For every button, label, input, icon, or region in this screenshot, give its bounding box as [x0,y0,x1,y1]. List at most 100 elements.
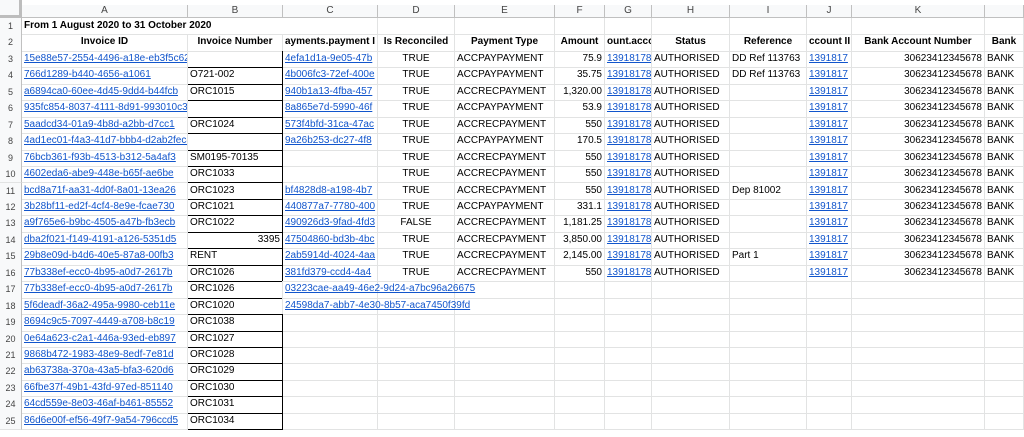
data-cell[interactable]: 35.75 [555,67,605,85]
data-cell[interactable] [807,347,852,365]
data-cell[interactable]: AUTHORISED [652,264,730,283]
row-header-25[interactable]: 25 [0,412,22,431]
row-header-6[interactable]: 6 [0,100,22,118]
data-cell[interactable]: bf4828d8-a198-4b7 [283,182,378,200]
data-cell[interactable] [730,412,807,431]
column-header-A[interactable]: A [22,5,188,18]
data-cell[interactable]: ORC1030 [188,379,283,398]
data-cell[interactable]: ACCRECPAYMENT [455,116,555,135]
data-cell[interactable] [555,379,605,398]
empty-cell[interactable] [378,18,455,36]
data-cell[interactable] [378,396,455,414]
data-cell[interactable] [555,363,605,381]
data-cell[interactable] [985,363,1024,381]
data-cell[interactable]: AUTHORISED [652,166,730,184]
data-cell[interactable]: 29b8e09d-b4d6-40e5-87a8-00fb3 [22,248,188,266]
data-cell[interactable] [730,149,807,168]
data-cell[interactable]: BANK [985,133,1024,151]
data-cell[interactable] [378,330,455,348]
data-cell[interactable]: DD Ref 113763 [730,67,807,85]
data-cell[interactable]: AUTHORISED [652,231,730,250]
data-cell[interactable]: 30623412345678 [852,248,985,266]
data-cell[interactable]: 1391817 [807,133,852,151]
row-header-18[interactable]: 18 [0,297,22,316]
data-cell[interactable]: 0e64a623-c2a1-446a-93ed-eb897 [22,330,188,348]
data-cell[interactable] [985,330,1024,348]
data-cell[interactable]: 47504860-bd3b-4bc [283,231,378,250]
empty-cell[interactable] [985,18,1024,36]
data-cell[interactable]: AUTHORISED [652,133,730,151]
data-cell[interactable]: ORC1034 [188,412,283,431]
data-cell[interactable] [605,281,652,299]
column-header-F[interactable]: F [555,5,605,18]
data-cell[interactable]: TRUE [378,50,455,69]
row-header-20[interactable]: 20 [0,330,22,348]
data-cell[interactable] [730,264,807,283]
data-cell[interactable] [730,330,807,348]
column-header-G[interactable]: G [605,5,652,18]
data-cell[interactable]: 2,145.00 [555,248,605,266]
data-cell[interactable]: 1391817 [807,264,852,283]
data-cell[interactable] [188,50,283,69]
data-cell[interactable] [378,314,455,332]
data-cell[interactable] [283,412,378,431]
data-cell[interactable]: 1391817 [807,215,852,233]
data-cell[interactable]: 1391817 [807,116,852,135]
column-title-1[interactable]: Invoice Number [188,34,283,52]
data-cell[interactable]: 5aadcd34-01a9-4b8d-a2bb-d7cc1 [22,116,188,135]
data-cell[interactable]: 4ad1ec01-f4a3-41d7-bbb4-d2ab2fec8e65 [22,133,188,151]
data-cell[interactable]: TRUE [378,149,455,168]
data-cell[interactable]: ACCRECPAYMENT [455,264,555,283]
row-header-2[interactable]: 2 [0,34,22,52]
data-cell[interactable] [985,281,1024,299]
data-cell[interactable]: ACCRECPAYMENT [455,215,555,233]
data-cell[interactable]: BANK [985,83,1024,102]
data-cell[interactable]: ACCRECPAYMENT [455,166,555,184]
data-cell[interactable]: 2ab5914d-4024-4aa [283,248,378,266]
column-header-L[interactable] [985,5,1024,18]
data-cell[interactable] [455,412,555,431]
data-cell[interactable] [730,133,807,151]
data-cell[interactable]: 331.1 [555,198,605,217]
data-cell[interactable]: bcd8a71f-aa31-4d0f-8a01-13ea26 [22,182,188,200]
select-all-corner[interactable] [0,0,22,18]
data-cell[interactable]: 30623412345678 [852,198,985,217]
data-cell[interactable]: ACCRECPAYMENT [455,83,555,102]
data-cell[interactable]: 8a865e7d-5990-46f [283,100,378,118]
data-cell[interactable]: 30623412345678 [852,231,985,250]
data-cell[interactable]: BANK [985,166,1024,184]
data-cell[interactable] [730,215,807,233]
data-cell[interactable]: AUTHORISED [652,149,730,168]
data-cell[interactable] [605,314,652,332]
data-cell[interactable] [605,330,652,348]
data-cell[interactable] [283,314,378,332]
data-cell[interactable] [283,396,378,414]
data-cell[interactable]: 13918178 [605,50,652,69]
column-title-10[interactable]: Bank Account Number [852,34,985,52]
data-cell[interactable] [652,396,730,414]
row-header-1[interactable]: 1 [0,18,22,36]
data-cell[interactable]: 13918178 [605,248,652,266]
data-cell[interactable] [985,412,1024,431]
data-cell[interactable]: TRUE [378,67,455,85]
data-cell[interactable] [555,297,605,316]
data-cell[interactable] [652,314,730,332]
data-cell[interactable]: BANK [985,231,1024,250]
data-cell[interactable] [378,347,455,365]
data-cell[interactable]: TRUE [378,116,455,135]
empty-cell[interactable] [455,18,555,36]
data-cell[interactable]: Part 1 [730,248,807,266]
data-cell[interactable]: 550 [555,264,605,283]
data-cell[interactable] [455,379,555,398]
data-cell[interactable] [605,412,652,431]
data-cell[interactable]: 64cd559e-8e03-46af-b461-85552 [22,396,188,414]
data-cell[interactable] [283,149,378,168]
data-cell[interactable]: BANK [985,215,1024,233]
data-cell[interactable]: TRUE [378,166,455,184]
data-cell[interactable]: 13918178 [605,264,652,283]
data-cell[interactable] [652,330,730,348]
row-header-21[interactable]: 21 [0,347,22,365]
data-cell[interactable]: TRUE [378,83,455,102]
data-cell[interactable]: 53.9 [555,100,605,118]
row-header-16[interactable]: 16 [0,264,22,283]
